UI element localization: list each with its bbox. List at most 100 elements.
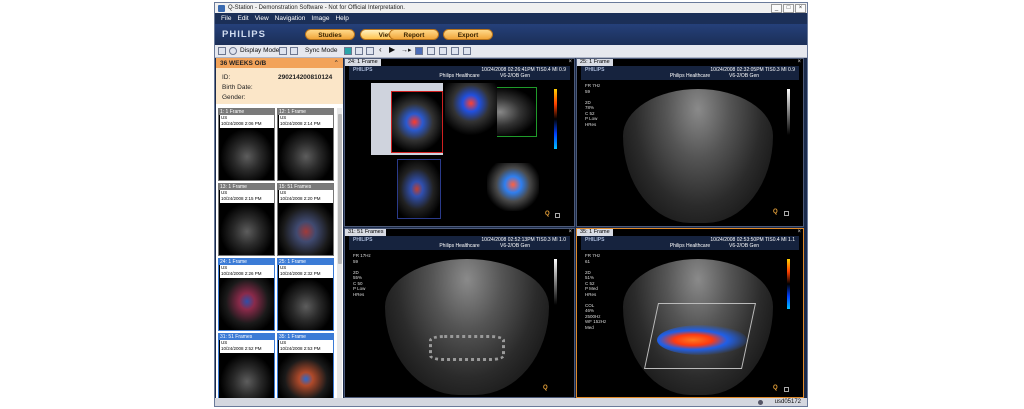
expand-icon[interactable] [555, 213, 560, 218]
brand-bar: PHILIPS Studies View Report Export [215, 24, 807, 45]
gray-scale-bar [787, 89, 790, 135]
id-label: ID: [222, 74, 231, 81]
viewport-header: PHILIPS 10/24/2008 02:52:13PM TIS0.3 MI … [349, 236, 570, 250]
thumbnail-image [220, 278, 274, 330]
grid-layout-icon[interactable] [344, 47, 352, 55]
patient-name: 36 WEEKS O/B [220, 59, 267, 67]
film-icon[interactable] [229, 47, 237, 55]
acquisition-parameters: FR 7Hz 61 2D 51% C 52 P Med HRes COL 46%… [585, 253, 607, 330]
thumbnail-image [220, 128, 274, 180]
next-frame-icon[interactable]: →▸ [401, 46, 412, 54]
viewport-3[interactable]: 31: 51 Frames × PHILIPS 10/24/2008 02:52… [344, 228, 575, 398]
expand-icon[interactable] [784, 387, 789, 392]
volume-panel-c [445, 83, 497, 141]
volume-panel-a [371, 83, 443, 155]
color-scale-bar [787, 259, 790, 309]
toolbar: Display Mode Sync Mode ‹ ▶ →▸ [215, 45, 807, 58]
thumbnail-image [220, 203, 274, 255]
menu-edit[interactable]: Edit [237, 15, 248, 22]
user-icon [758, 399, 763, 405]
viewport-tab[interactable]: 31: 51 Frames [345, 229, 387, 236]
user-name: usd05172 [774, 398, 801, 405]
gender-label: Gender: [222, 94, 246, 101]
acquisition-parameters: FR 17Hz 59 2D 55% C 50 P Low HRes [353, 253, 371, 297]
patient-info: ID: 290214200810124 Birth Date: Gender: [216, 68, 343, 104]
maximize-button[interactable]: □ [783, 3, 794, 13]
thumbnail[interactable]: 35: 1 Frame US 10/24/2008 2:53 PM [277, 333, 334, 406]
layout-icon[interactable] [218, 47, 226, 55]
filter-icon[interactable] [279, 47, 287, 55]
thumbnail-info: US 10/24/2008 2:20 PM [279, 190, 333, 203]
fetal-spine [429, 335, 505, 361]
viewport-tab[interactable]: 25: 1 Frame [577, 59, 613, 66]
viewport-2[interactable]: 25: 1 Frame × PHILIPS 10/24/2008 02:32:0… [576, 58, 804, 227]
app-icon [218, 4, 225, 12]
viewport-tab[interactable]: 24: 1 Frame [345, 59, 381, 66]
philips-logo: PHILIPS [222, 29, 266, 40]
thumbnail-info: US 10/24/2008 2:32 PM [279, 265, 333, 278]
thumbnail[interactable]: 13: 1 Frame US 10/24/2008 2:15 PM [218, 183, 275, 256]
thumbnail[interactable]: 25: 1 Frame US 10/24/2008 2:32 PM [277, 258, 334, 331]
viewport-header: PHILIPS 10/24/2008 02:32:05PM TIS0.3 MI … [581, 66, 799, 80]
ultrasound-image [623, 89, 773, 223]
tab-studies[interactable]: Studies [305, 29, 355, 40]
filter-reset-icon[interactable] [290, 47, 298, 55]
thumbnail-info: US 10/24/2008 2:14 PM [279, 115, 333, 128]
thumbnail[interactable]: 1: 1 Frame US 10/24/2008 2:06 PM [218, 108, 275, 181]
viewport-tab[interactable]: 35: 1 Frame [577, 229, 613, 236]
cine-icon[interactable] [451, 47, 459, 55]
sync-mode-label[interactable]: Sync Mode [305, 47, 338, 54]
close-button[interactable]: × [795, 3, 806, 13]
close-icon[interactable]: × [568, 59, 572, 66]
minimize-button[interactable]: _ [771, 3, 782, 13]
thumbnail-image [279, 203, 333, 255]
prev-frame-icon[interactable]: ‹ [379, 45, 382, 54]
thumbnail-image [279, 128, 333, 180]
annotation-icon[interactable] [439, 47, 447, 55]
viewport-4[interactable]: 35: 1 Frame × PHILIPS 10/24/2008 02:53:5… [576, 228, 804, 398]
scrollbar-thumb[interactable] [337, 114, 342, 264]
volume-render [487, 163, 539, 211]
measure-icon[interactable] [415, 47, 423, 55]
single-view-icon[interactable] [366, 47, 374, 55]
menu-navigation[interactable]: Navigation [275, 15, 306, 22]
patient-header[interactable]: 36 WEEKS O/B ⌃ [216, 58, 343, 68]
thumbnail-scrollbar[interactable] [337, 108, 342, 406]
q-icon[interactable]: Q [773, 209, 778, 215]
grid-2x2-icon[interactable] [355, 47, 363, 55]
menu-image[interactable]: Image [311, 15, 329, 22]
close-icon[interactable]: × [797, 59, 801, 66]
collapse-icon[interactable]: ⌃ [334, 59, 339, 67]
window-title: Q-Station - Demonstration Software - Not… [228, 5, 405, 11]
thumbnail-list: 1: 1 Frame US 10/24/2008 2:06 PM 12: 1 Fr… [218, 108, 336, 406]
menu-help[interactable]: Help [335, 15, 348, 22]
viewport-header: PHILIPS 10/24/2008 02:26:41PM TIS0.4 MI … [349, 66, 570, 80]
q-icon[interactable]: Q [773, 385, 778, 391]
thumbnail[interactable]: 24: 1 Frame US 10/24/2008 2:26 PM [218, 258, 275, 331]
thumbnail[interactable]: 31: 51 Frames US 10/24/2008 2:52 PM [218, 333, 275, 406]
id-value: 290214200810124 [278, 74, 333, 81]
close-icon[interactable]: × [568, 229, 572, 236]
play-icon[interactable]: ▶ [389, 45, 395, 54]
volume-panel-d [397, 159, 441, 219]
display-mode-label[interactable]: Display Mode [240, 47, 279, 54]
app-window: Q-Station - Demonstration Software - Not… [214, 2, 808, 407]
menu-file[interactable]: File [221, 15, 231, 22]
snapshot-icon[interactable] [427, 47, 435, 55]
menu-view[interactable]: View [255, 15, 269, 22]
thumbnail-info: US 10/24/2008 2:52 PM [220, 340, 274, 353]
q-icon[interactable]: Q [543, 385, 548, 391]
viewport-1[interactable]: 24: 1 Frame × PHILIPS 10/24/2008 02:26:4… [344, 58, 575, 227]
acquisition-parameters: FR 7Hz 59 2D 78% C 52 P Low HRes [585, 83, 601, 127]
expand-icon[interactable] [784, 211, 789, 216]
color-scale-bar [554, 89, 557, 149]
thumbnail-info: US 10/24/2008 2:06 PM [220, 115, 274, 128]
tab-report[interactable]: Report [389, 29, 439, 40]
tab-export[interactable]: Export [443, 29, 493, 40]
close-icon[interactable]: × [797, 229, 801, 236]
thumbnail[interactable]: 15: 51 Frames US 10/24/2008 2:20 PM [277, 183, 334, 256]
q-icon[interactable]: Q [545, 211, 550, 217]
thumbnail-info: US 10/24/2008 2:26 PM [220, 265, 274, 278]
settings-icon[interactable] [463, 47, 471, 55]
thumbnail[interactable]: 12: 1 Frame US 10/24/2008 2:14 PM [277, 108, 334, 181]
